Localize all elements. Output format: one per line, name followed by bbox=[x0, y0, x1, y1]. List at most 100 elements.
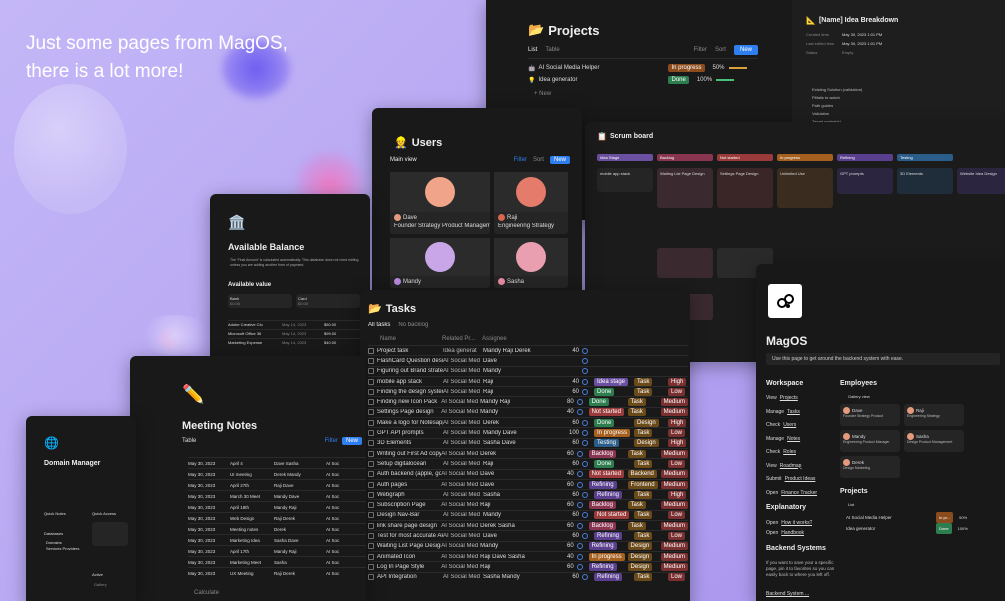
type-badge: Task bbox=[634, 573, 653, 582]
meeting-row[interactable]: May 30, 2023 April 18th Mandy Raji AI Soc bbox=[188, 501, 366, 512]
gallery-view-tab[interactable]: Gallery view bbox=[848, 394, 870, 399]
task-row[interactable]: GPT API prompts AI Social Med Mandy Dave 10… bbox=[368, 427, 688, 438]
task-row[interactable]: Auth backend (apple, goo AI Social Med Dav… bbox=[368, 468, 688, 479]
scrum-cards: mobile app stack Waiting List Page Desig… bbox=[597, 168, 1005, 208]
meeting-row[interactable]: May 30, 2023 April 4 Dave Sasha AI Soc bbox=[188, 457, 366, 468]
filter-button[interactable]: Filter bbox=[514, 157, 527, 163]
view-table-tab[interactable]: Table bbox=[545, 47, 559, 53]
quick-access-card[interactable] bbox=[92, 522, 128, 546]
page-icon bbox=[368, 378, 374, 385]
task-row[interactable]: Waiting List Page Design AI Social Med Man… bbox=[368, 540, 688, 551]
main-view-tab[interactable]: Main view bbox=[390, 157, 417, 163]
meeting-row[interactable]: May 30, 2023 Marketing Meet Sasha AI Soc bbox=[188, 556, 366, 567]
status-badge: Refining bbox=[588, 480, 617, 489]
kanban-card[interactable]: Waiting List Page Design bbox=[657, 168, 713, 208]
table-row[interactable]: Microsoft Office 36 May 14, 2023 $99.00 bbox=[228, 329, 362, 338]
meeting-row[interactable]: May 30, 2023 April 27th Raji Dave AI Soc bbox=[188, 479, 366, 490]
kanban-card[interactable]: mobile app stack bbox=[597, 168, 653, 192]
workspace-link[interactable]: View Projects bbox=[766, 392, 817, 406]
task-row[interactable]: link share page design AI Social Med Derek… bbox=[368, 520, 688, 530]
kanban-card[interactable]: 3D Elements bbox=[897, 168, 953, 194]
meeting-row[interactable]: May 30, 2023 Marketing Idea Sasha Dave AI S… bbox=[188, 534, 366, 545]
employee-card[interactable]: Dave Founder Strategy Product bbox=[840, 404, 900, 426]
user-card[interactable]: Dave Founder Strategy Product Managem bbox=[390, 172, 490, 234]
priority-badge: Medium bbox=[660, 449, 688, 458]
workspace-link[interactable]: Check Users bbox=[766, 419, 817, 433]
task-row[interactable]: Log In Page Style AI Social Med Raji 60 Refi… bbox=[368, 561, 688, 571]
workspace-link[interactable]: Open Finance Tracker bbox=[766, 487, 817, 501]
filter-button[interactable]: Filter bbox=[694, 47, 707, 53]
task-row[interactable]: Subscription Page AI Social Med Raji 60 Back… bbox=[368, 499, 688, 510]
task-row[interactable]: Settings Page design AI Social Med Mandy 40… bbox=[368, 406, 688, 417]
new-button[interactable]: New bbox=[733, 45, 758, 55]
task-row[interactable]: FlashCard Question desig AI Social Med Dav… bbox=[368, 355, 688, 365]
task-row[interactable]: Setup digitalocean AI Social Med Raji 60 Don… bbox=[368, 458, 688, 468]
task-row[interactable]: Finding new Icon Pack AI Social Med Mandy … bbox=[368, 396, 688, 407]
task-row[interactable]: Finding the design system AI Social Med Ra… bbox=[368, 386, 688, 396]
workspace-link[interactable]: Check Roles bbox=[766, 446, 817, 460]
meeting-row[interactable]: May 30, 2023 UX Meeting Raji Derek AI Soc bbox=[188, 567, 366, 578]
status-badge: Done bbox=[594, 387, 615, 396]
workspace-link[interactable]: Submit Product Ideas bbox=[766, 473, 817, 487]
task-row[interactable]: Webgraph AI Social Med Sasha 60 Refining Task… bbox=[368, 489, 688, 499]
task-row[interactable]: Animated Icon AI Social Med Raji Dave Sash… bbox=[368, 550, 688, 561]
user-card[interactable]: Sasha bbox=[494, 238, 568, 288]
task-row[interactable]: Auth pages AI Social Med Dave 60 Refining Fro… bbox=[368, 478, 688, 489]
list-tab[interactable]: List bbox=[848, 502, 854, 507]
employee-card[interactable]: Derek Design Marketing bbox=[840, 456, 900, 478]
tab-no-backlog[interactable]: No backlog bbox=[398, 322, 428, 328]
database-list: Domains Services Providers bbox=[46, 540, 80, 551]
add-project-link[interactable]: + New bbox=[534, 91, 551, 97]
priority-badge: Medium bbox=[660, 470, 688, 479]
meeting-row[interactable]: May 30, 2023 March 30 Meet Mandy Dave AI So… bbox=[188, 490, 366, 501]
project-row[interactable]: 🤖 AI Social Media Helper In progress 50% bbox=[528, 64, 758, 72]
meeting-row[interactable]: May 30, 2023 Meeting notes Derek AI Soc bbox=[188, 523, 366, 534]
calculate-button[interactable]: Calculate bbox=[194, 590, 219, 596]
workspace-link[interactable]: View Roadmap bbox=[766, 460, 817, 474]
workspace-link[interactable]: Manage Notes bbox=[766, 433, 817, 447]
meeting-row[interactable]: May 30, 2023 Web Design Raji Derek AI Soc bbox=[188, 512, 366, 523]
kanban-card[interactable]: Unlimited Use bbox=[777, 168, 833, 208]
project-row[interactable]: AI Social Media Helper In pr... 50% bbox=[846, 512, 996, 523]
employee-card[interactable]: Raji Engineering Strategy bbox=[904, 404, 964, 426]
tab-all-tasks[interactable]: All tasks bbox=[368, 322, 390, 328]
kanban-card[interactable]: Website Idea Design bbox=[957, 168, 1005, 194]
table-row[interactable]: Adobe Creative Clo May 14, 2023 $50.00 bbox=[228, 320, 362, 329]
user-card[interactable]: Mandy bbox=[390, 238, 490, 288]
meeting-row[interactable]: May 30, 2023 UI meeting Derek Mandy AI Soc bbox=[188, 468, 366, 479]
gallery-tab[interactable]: Gallery bbox=[94, 582, 107, 587]
task-row[interactable]: Test for most accurate AP AI Social Med Da… bbox=[368, 530, 688, 540]
workspace-link[interactable]: Manage Tasks bbox=[766, 406, 817, 420]
headline: Just some pages from MagOS, there is a l… bbox=[26, 33, 288, 82]
progress-ring-icon bbox=[582, 357, 588, 364]
sort-button[interactable]: Sort bbox=[533, 157, 544, 163]
employee-card[interactable]: Mandy Engineering Product Manager bbox=[840, 430, 900, 452]
task-row[interactable]: 3D Elements AI Social Med Sasha Dave 60 Test… bbox=[368, 437, 688, 448]
task-row[interactable]: API Integration AI Social Med Sasha Mandy 6… bbox=[368, 571, 688, 582]
project-row[interactable]: Idea generator Done 100% bbox=[846, 523, 996, 534]
table-row[interactable]: Marketing Expense May 14, 2023 $40.00 bbox=[228, 338, 362, 347]
new-button[interactable]: New bbox=[341, 437, 362, 445]
tab-table[interactable]: Table bbox=[182, 438, 196, 444]
backend-link[interactable]: Backend System ... bbox=[766, 591, 809, 597]
kanban-card[interactable]: GPT prompts bbox=[837, 168, 893, 194]
priority-badge: High bbox=[668, 490, 687, 499]
board-icon: 📋 bbox=[597, 132, 607, 141]
project-row[interactable]: 💡 Idea generator Done 100% bbox=[528, 76, 758, 84]
task-row[interactable]: Writing out First Ad copy AI Social Med De… bbox=[368, 447, 688, 458]
task-row[interactable]: mobile app stack AI Social Med Raji 40 Idea … bbox=[368, 375, 688, 386]
employee-card[interactable]: Sasha Design Product Management bbox=[904, 430, 964, 452]
task-row[interactable]: Figuring out Brand strateg AI Social Med M… bbox=[368, 365, 688, 376]
task-row[interactable]: Make a logo for Notesapp AI Social Med Der… bbox=[368, 417, 688, 427]
task-row[interactable]: Design Nav-Bar AI Social Med Mandy 60 Not st… bbox=[368, 509, 688, 520]
status-badge: Done bbox=[594, 418, 615, 427]
meeting-row[interactable]: May 30, 2023 April 17th Mandy Raji AI Soc bbox=[188, 545, 366, 556]
kanban-card[interactable]: Settings Page Design bbox=[717, 168, 773, 208]
progress-bar bbox=[728, 67, 747, 69]
sort-button[interactable]: Sort bbox=[715, 47, 726, 53]
user-card[interactable]: Raji Engineering Strategy bbox=[494, 172, 568, 234]
view-list-tab[interactable]: List bbox=[528, 47, 537, 53]
task-row[interactable]: Project task Idea generat Mandy Raji Derek… bbox=[368, 345, 688, 355]
filter-button[interactable]: Filter bbox=[325, 438, 338, 444]
new-button[interactable]: New bbox=[549, 156, 570, 164]
